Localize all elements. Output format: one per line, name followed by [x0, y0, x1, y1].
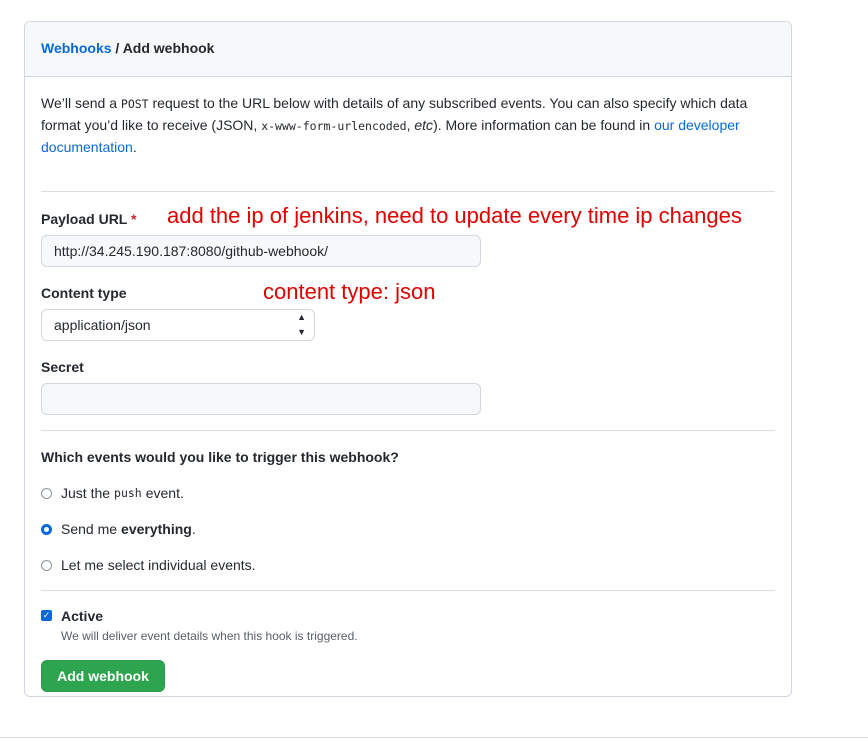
post-code: POST: [120, 97, 149, 111]
content-type-label: Content type: [41, 285, 127, 301]
select-arrows-icon: ▲ ▼: [297, 312, 306, 337]
secret-input[interactable]: [41, 383, 481, 415]
radio-select-individual[interactable]: Let me select individual events.: [41, 557, 256, 573]
active-checkbox[interactable]: ✓: [41, 610, 52, 621]
radio-send-everything[interactable]: Send me everything.: [41, 521, 196, 537]
required-mark: *: [131, 211, 137, 227]
webhook-form-box: Webhooks / Add webhook We’ll send a POST…: [24, 21, 792, 697]
payload-url-input[interactable]: http://34.245.190.187:8080/github-webhoo…: [41, 235, 481, 267]
divider: [41, 191, 775, 192]
events-question: Which events would you like to trigger t…: [41, 449, 399, 465]
divider: [41, 590, 775, 591]
content-type-value: application/json: [54, 317, 151, 333]
radio-button[interactable]: [41, 559, 52, 571]
radio-button[interactable]: [41, 487, 52, 499]
breadcrumb-separator: /: [115, 40, 120, 56]
urlencoded-code: x-www-form-urlencoded: [261, 119, 407, 133]
payload-url-label: Payload URL *: [41, 211, 137, 227]
page-divider: [0, 737, 868, 738]
content-type-annotation: content type: json: [263, 279, 436, 304]
radio-push-event[interactable]: Just the push event.: [41, 485, 184, 501]
content-type-select[interactable]: application/json ▲ ▼: [41, 309, 315, 341]
breadcrumb: Webhooks / Add webhook: [25, 22, 791, 77]
divider: [41, 430, 775, 431]
breadcrumb-webhooks-link[interactable]: Webhooks: [41, 40, 112, 56]
radio-button-selected[interactable]: [41, 523, 52, 535]
secret-label: Secret: [41, 359, 84, 375]
intro-text: We’ll send a POST request to the URL bel…: [41, 95, 748, 155]
active-hint: We will deliver event details when this …: [61, 629, 358, 643]
payload-annotation: add the ip of jenkins, need to update ev…: [167, 203, 742, 228]
active-label: Active: [61, 608, 104, 624]
add-webhook-button[interactable]: Add webhook: [41, 660, 165, 692]
push-code: push: [114, 486, 142, 500]
page-title: Add webhook: [122, 40, 215, 56]
